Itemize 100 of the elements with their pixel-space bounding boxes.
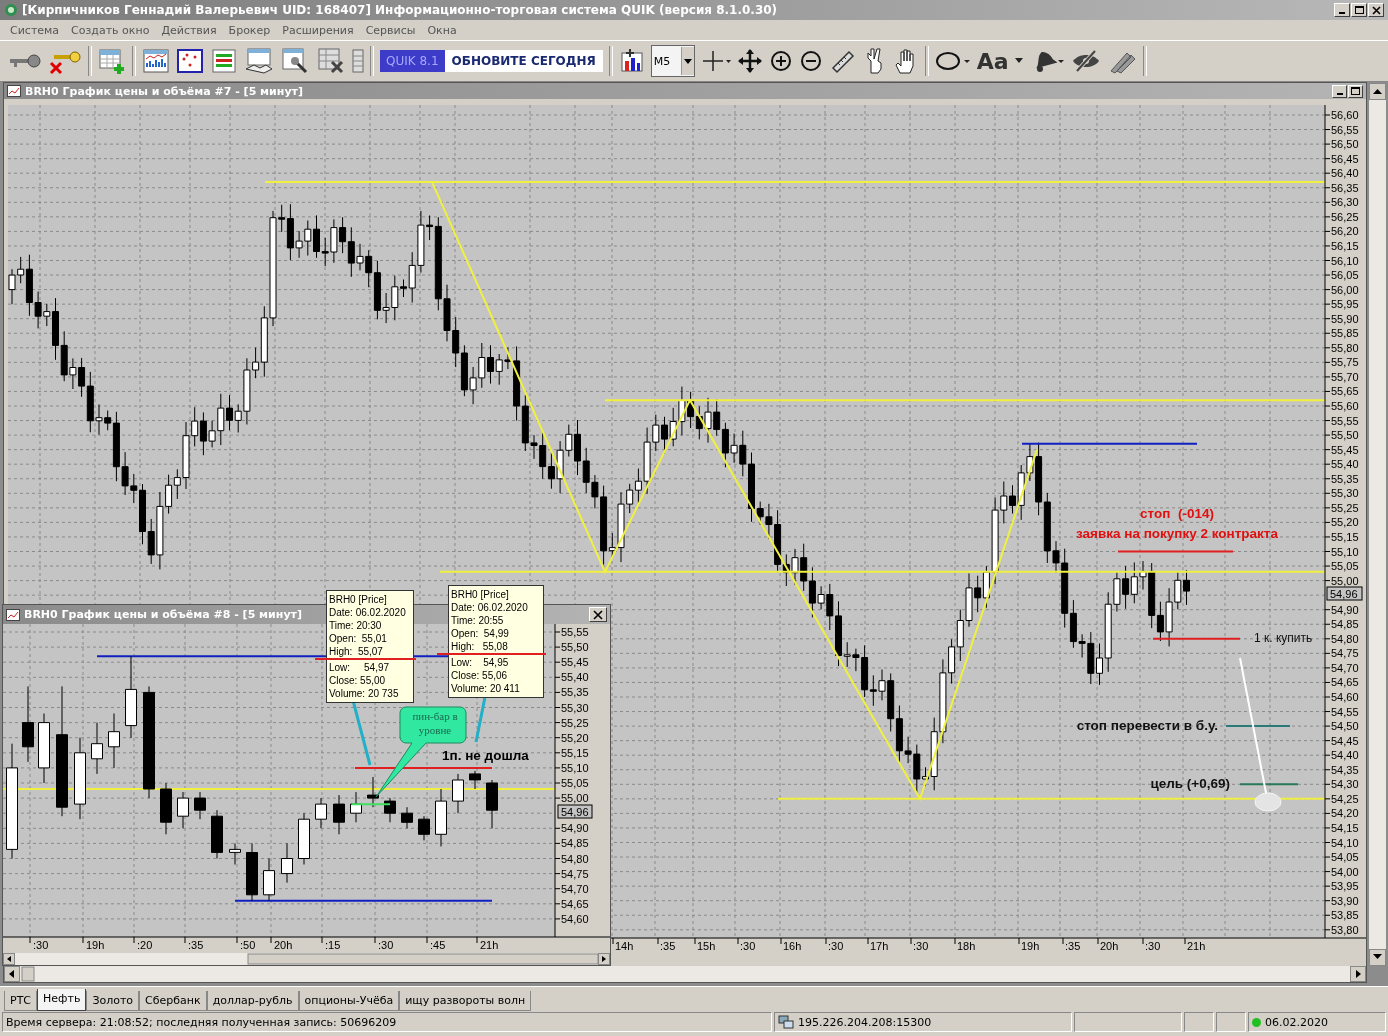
chart-window-icon[interactable] [142, 47, 170, 75]
time-axis-label: 17h [870, 940, 889, 952]
time-axis-label: 19h [86, 939, 105, 951]
price-axis-label: 55,90 [1331, 312, 1359, 325]
hide-icon[interactable] [1070, 49, 1101, 73]
ellipse-icon[interactable] [934, 49, 971, 73]
time-axis-label: :30 [828, 940, 844, 952]
price-axis-label: 54,15 [1331, 821, 1359, 834]
colored-table-icon[interactable] [210, 47, 238, 75]
level-line [351, 803, 391, 806]
price-axis-label: 54,40 [1331, 749, 1359, 762]
close-button[interactable] [1368, 3, 1384, 17]
menu-item[interactable]: Действия [155, 23, 223, 37]
time-axis-label: 18h [957, 940, 976, 952]
workspace-tab[interactable]: ищу развороты волн [399, 991, 532, 1011]
price-axis-label: 55,15 [1331, 530, 1359, 543]
time-axis-label: 19h [1021, 940, 1040, 952]
price-axis-label: 55,40 [1331, 458, 1359, 471]
workspace-tab[interactable]: доллар-рубль [206, 991, 299, 1011]
price-axis-label: 56,40 [1331, 167, 1359, 180]
tooltip-line: High: 55,07 [329, 645, 384, 658]
price-axis-label: 54,85 [561, 837, 589, 850]
status-panel [1216, 1012, 1246, 1032]
zoom-out-icon[interactable] [798, 49, 823, 73]
price-axis-label: 54,75 [1331, 647, 1359, 660]
price-axis-label: 54,25 [1331, 792, 1359, 805]
horizontal-scrollbar[interactable] [3, 953, 610, 965]
price-axis-label: 54,45 [1331, 734, 1359, 747]
zoom-in-icon[interactable] [768, 49, 793, 73]
price-axis-label: 55,25 [561, 716, 589, 729]
maximize-icon [1351, 86, 1360, 96]
tooltip-line: High: 55,08 [451, 640, 509, 653]
price-axis-label: 54,70 [1331, 661, 1359, 674]
time-axis-label: :35 [1065, 940, 1081, 952]
minimize-button[interactable] [1334, 3, 1350, 17]
price-axis-label: 54,65 [561, 897, 589, 910]
tooltip-line: Low: 54,97 [329, 661, 391, 674]
current-price-label: 54,96 [557, 804, 593, 819]
horizontal-scrollbar[interactable] [4, 966, 1366, 982]
menu-item[interactable]: Брокер [222, 23, 277, 37]
maximize-button[interactable] [1351, 3, 1367, 17]
time-axis-label: 15h [697, 940, 716, 952]
price-axis-label: 54,60 [561, 912, 589, 925]
table-wrench-icon[interactable] [280, 47, 310, 75]
menu-item[interactable]: Расширения [276, 23, 360, 37]
time-axis-label: :35 [188, 939, 204, 951]
minimize-button[interactable] [1332, 84, 1347, 98]
workspace-tab[interactable]: Сбербанк [139, 991, 207, 1011]
caret-icon[interactable] [1014, 58, 1023, 64]
tooltip-line: Open: 55,01 [329, 632, 388, 645]
close-button[interactable] [589, 607, 607, 622]
window-title: [Кирпичников Геннадий Валерьевич UID: 168407] Информационно-торговая система QUIK (версия 8.1.0.30) [22, 3, 779, 17]
price-axis-label: 55,35 [1331, 472, 1359, 485]
time-axis-label: 20h [1100, 940, 1119, 952]
price-axis-label: 55,00 [1331, 574, 1359, 587]
time-axis-label: :30 [740, 940, 756, 952]
price-axis-label: 54,05 [1331, 851, 1359, 864]
price-axis-label: 55,25 [1331, 501, 1359, 514]
price-axis-label: 56,55 [1331, 123, 1359, 136]
menu-item[interactable]: Создать окно [65, 23, 156, 37]
menu-item[interactable]: Сервисы [359, 23, 422, 37]
price-axis-label: 54,80 [561, 852, 589, 865]
table-delete-icon[interactable] [316, 47, 346, 75]
chart-window-icon [7, 85, 21, 97]
status-date: 06.02.2020 [1265, 1015, 1328, 1029]
time-axis-label: :30 [378, 939, 394, 951]
app-logo-icon [4, 3, 18, 17]
table-handshake-icon[interactable] [244, 47, 274, 75]
tooltip-line: Volume: 20 411 [451, 682, 521, 695]
scatter-chart-icon[interactable] [176, 47, 204, 75]
move-icon[interactable] [736, 48, 763, 74]
menu-item[interactable]: Система [4, 23, 66, 37]
time-axis-label: 20h [274, 939, 293, 951]
menu-item[interactable]: Окна [421, 23, 463, 37]
current-price-label: 54,96 [1326, 586, 1363, 601]
crosshair-icon[interactable] [700, 48, 731, 74]
workspace-tab[interactable]: опционы-Учёба [298, 991, 400, 1011]
tooltip-line: Time: 20:30 [329, 619, 383, 632]
update-banner[interactable]: QUIK 8.1 ОБНОВИТЕ СЕГОДНЯ [380, 50, 603, 72]
price-axis-label: 55,20 [561, 731, 589, 744]
level-line [1239, 783, 1299, 786]
price-axis-label: 55,50 [561, 641, 589, 654]
price-axis-label: 55,70 [1331, 370, 1359, 383]
workspace-tab[interactable]: Золото [86, 991, 140, 1011]
time-axis-label: :45 [430, 939, 446, 951]
workspace-tab[interactable]: РТС [4, 991, 38, 1011]
workspace-tab[interactable]: Нефть [37, 989, 87, 1011]
chart-add-icon[interactable] [618, 47, 645, 75]
vertical-scrollbar[interactable] [1369, 83, 1386, 966]
text-tool-button[interactable]: Aa [976, 48, 1009, 74]
price-axis-label: 56,00 [1331, 283, 1359, 296]
table-add-icon[interactable] [98, 47, 126, 75]
price-axis-label: 55,95 [1331, 298, 1359, 311]
price-axis-label: 54,30 [1331, 778, 1359, 791]
price-axis-label: 55,75 [1331, 356, 1359, 369]
price-axis-label: 56,35 [1331, 181, 1359, 194]
interval-select[interactable]: M5 [650, 45, 695, 77]
price-axis-label: 55,15 [561, 746, 589, 759]
maximize-button[interactable] [1348, 84, 1363, 98]
time-axis-label: 16h [783, 940, 802, 952]
